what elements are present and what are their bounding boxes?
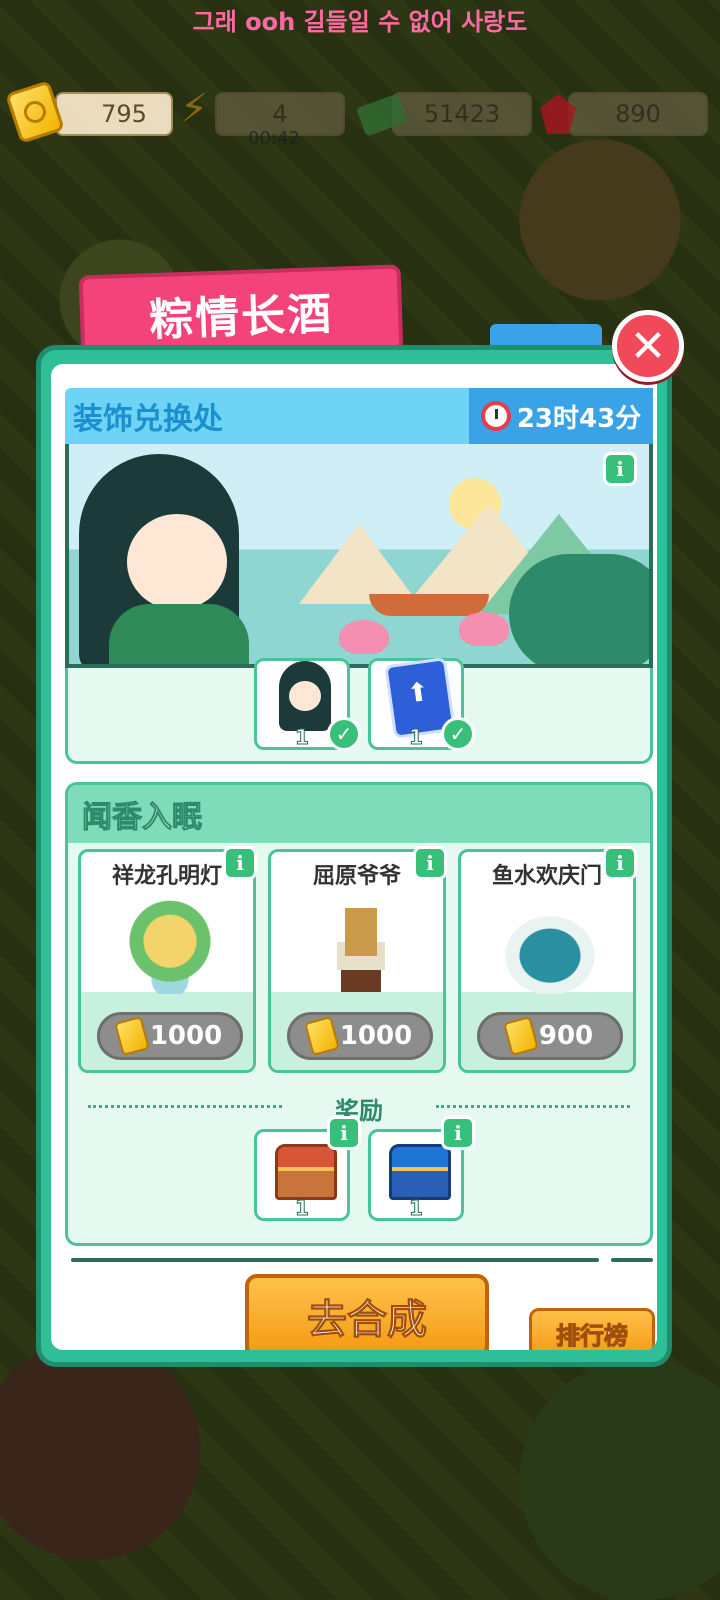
close-button[interactable]: ✕ bbox=[612, 310, 684, 382]
shop-item[interactable]: 鱼水欢庆门 i 900 bbox=[458, 846, 637, 1073]
item-price: 900 bbox=[538, 1021, 594, 1051]
event-banner: i bbox=[65, 444, 653, 668]
ticket-icon bbox=[113, 1015, 150, 1057]
reward-info-button[interactable]: i bbox=[327, 1116, 361, 1150]
reward-count: 1 bbox=[409, 1196, 424, 1221]
previous-reward-section: 1 ✓ 1 ✓ bbox=[65, 657, 653, 764]
ticket-icon bbox=[502, 1015, 539, 1057]
reward-label-row: 奖励 bbox=[68, 1091, 650, 1125]
scroll-thumb[interactable] bbox=[611, 1258, 653, 1262]
resource-bar: 795 4 ⚡ 00:42 51423 890 bbox=[0, 80, 720, 152]
price-button[interactable]: 1000 bbox=[287, 1012, 433, 1060]
scroll-track bbox=[71, 1258, 599, 1262]
energy-timer: 00:42 bbox=[248, 128, 300, 149]
red-chest-icon bbox=[275, 1144, 337, 1200]
item-price: 1000 bbox=[339, 1021, 413, 1051]
go-synthesize-button[interactable]: 去合成 bbox=[245, 1274, 489, 1350]
exchange-section: 闻香入眠 祥龙孔明灯 i 1000 屈原爷爷 i 1000 鱼水欢庆门 i 90… bbox=[65, 782, 653, 1246]
lotus-icon bbox=[339, 620, 389, 654]
exchange-panel: 装饰兑换处 23时43分 i 1 ✓ ⬆ 1 ✓ 闻香入眠 祥龙孔明灯 i 10… bbox=[36, 345, 672, 1367]
ticket-counter[interactable]: 795 bbox=[55, 92, 173, 136]
price-button[interactable]: 1000 bbox=[97, 1012, 243, 1060]
lotus-icon bbox=[459, 612, 509, 646]
character-figure-icon bbox=[279, 661, 331, 731]
fish-gate-icon bbox=[485, 898, 615, 994]
check-icon: ✓ bbox=[327, 717, 361, 751]
quyuan-statue-icon bbox=[315, 898, 405, 994]
clock-icon bbox=[480, 401, 511, 431]
dotted-divider bbox=[436, 1105, 630, 1108]
reward-info-button[interactable]: i bbox=[441, 1116, 475, 1150]
shop-title: 装饰兑换处 bbox=[73, 402, 223, 437]
ticket-icon bbox=[303, 1015, 340, 1057]
boat-icon bbox=[369, 594, 489, 616]
gem-counter[interactable]: 890 bbox=[568, 92, 708, 136]
lyric-overlay: 그래 ooh 길들일 수 없어 사랑도 bbox=[192, 8, 528, 36]
check-icon: ✓ bbox=[441, 717, 475, 751]
cash-counter[interactable]: 51423 bbox=[392, 92, 532, 136]
reward-slot[interactable]: 1 ✓ bbox=[254, 658, 361, 751]
reward-count: 1 bbox=[295, 1196, 310, 1221]
panel-content: 装饰兑换处 23时43分 i 1 ✓ ⬆ 1 ✓ 闻香入眠 祥龙孔明灯 i 10… bbox=[51, 364, 657, 1350]
banner-info-button[interactable]: i bbox=[603, 452, 637, 486]
event-title: 粽情长酒 bbox=[148, 288, 334, 347]
dragon-lantern-icon bbox=[125, 898, 215, 994]
item-price: 1000 bbox=[149, 1021, 223, 1051]
bush-shape bbox=[509, 554, 649, 664]
item-info-button[interactable]: i bbox=[413, 846, 447, 880]
section-header: 闻香入眠 bbox=[68, 785, 650, 843]
ranking-button[interactable]: 排行榜 bbox=[529, 1308, 655, 1350]
energy-icon: ⚡ bbox=[180, 86, 209, 132]
item-info-button[interactable]: i bbox=[223, 846, 257, 880]
heroine-portrait bbox=[69, 444, 269, 664]
event-timer: 23时43分 bbox=[469, 388, 653, 444]
shop-item[interactable]: 屈原爷爷 i 1000 bbox=[268, 846, 447, 1073]
item-info-button[interactable]: i bbox=[603, 846, 637, 880]
price-button[interactable]: 900 bbox=[477, 1012, 623, 1060]
reward-slot[interactable]: 1 ✓ bbox=[368, 657, 475, 751]
blue-chest-icon bbox=[389, 1144, 451, 1200]
shop-item[interactable]: 祥龙孔明灯 i 1000 bbox=[78, 846, 257, 1073]
timer-text: 23时43分 bbox=[516, 403, 642, 434]
section-title: 闻香入眠 bbox=[82, 800, 203, 836]
reward-slot[interactable]: 1 i bbox=[368, 1116, 475, 1221]
reward-slot[interactable]: 1 i bbox=[254, 1116, 361, 1221]
shop-header: 装饰兑换处 23时43分 bbox=[65, 388, 653, 444]
